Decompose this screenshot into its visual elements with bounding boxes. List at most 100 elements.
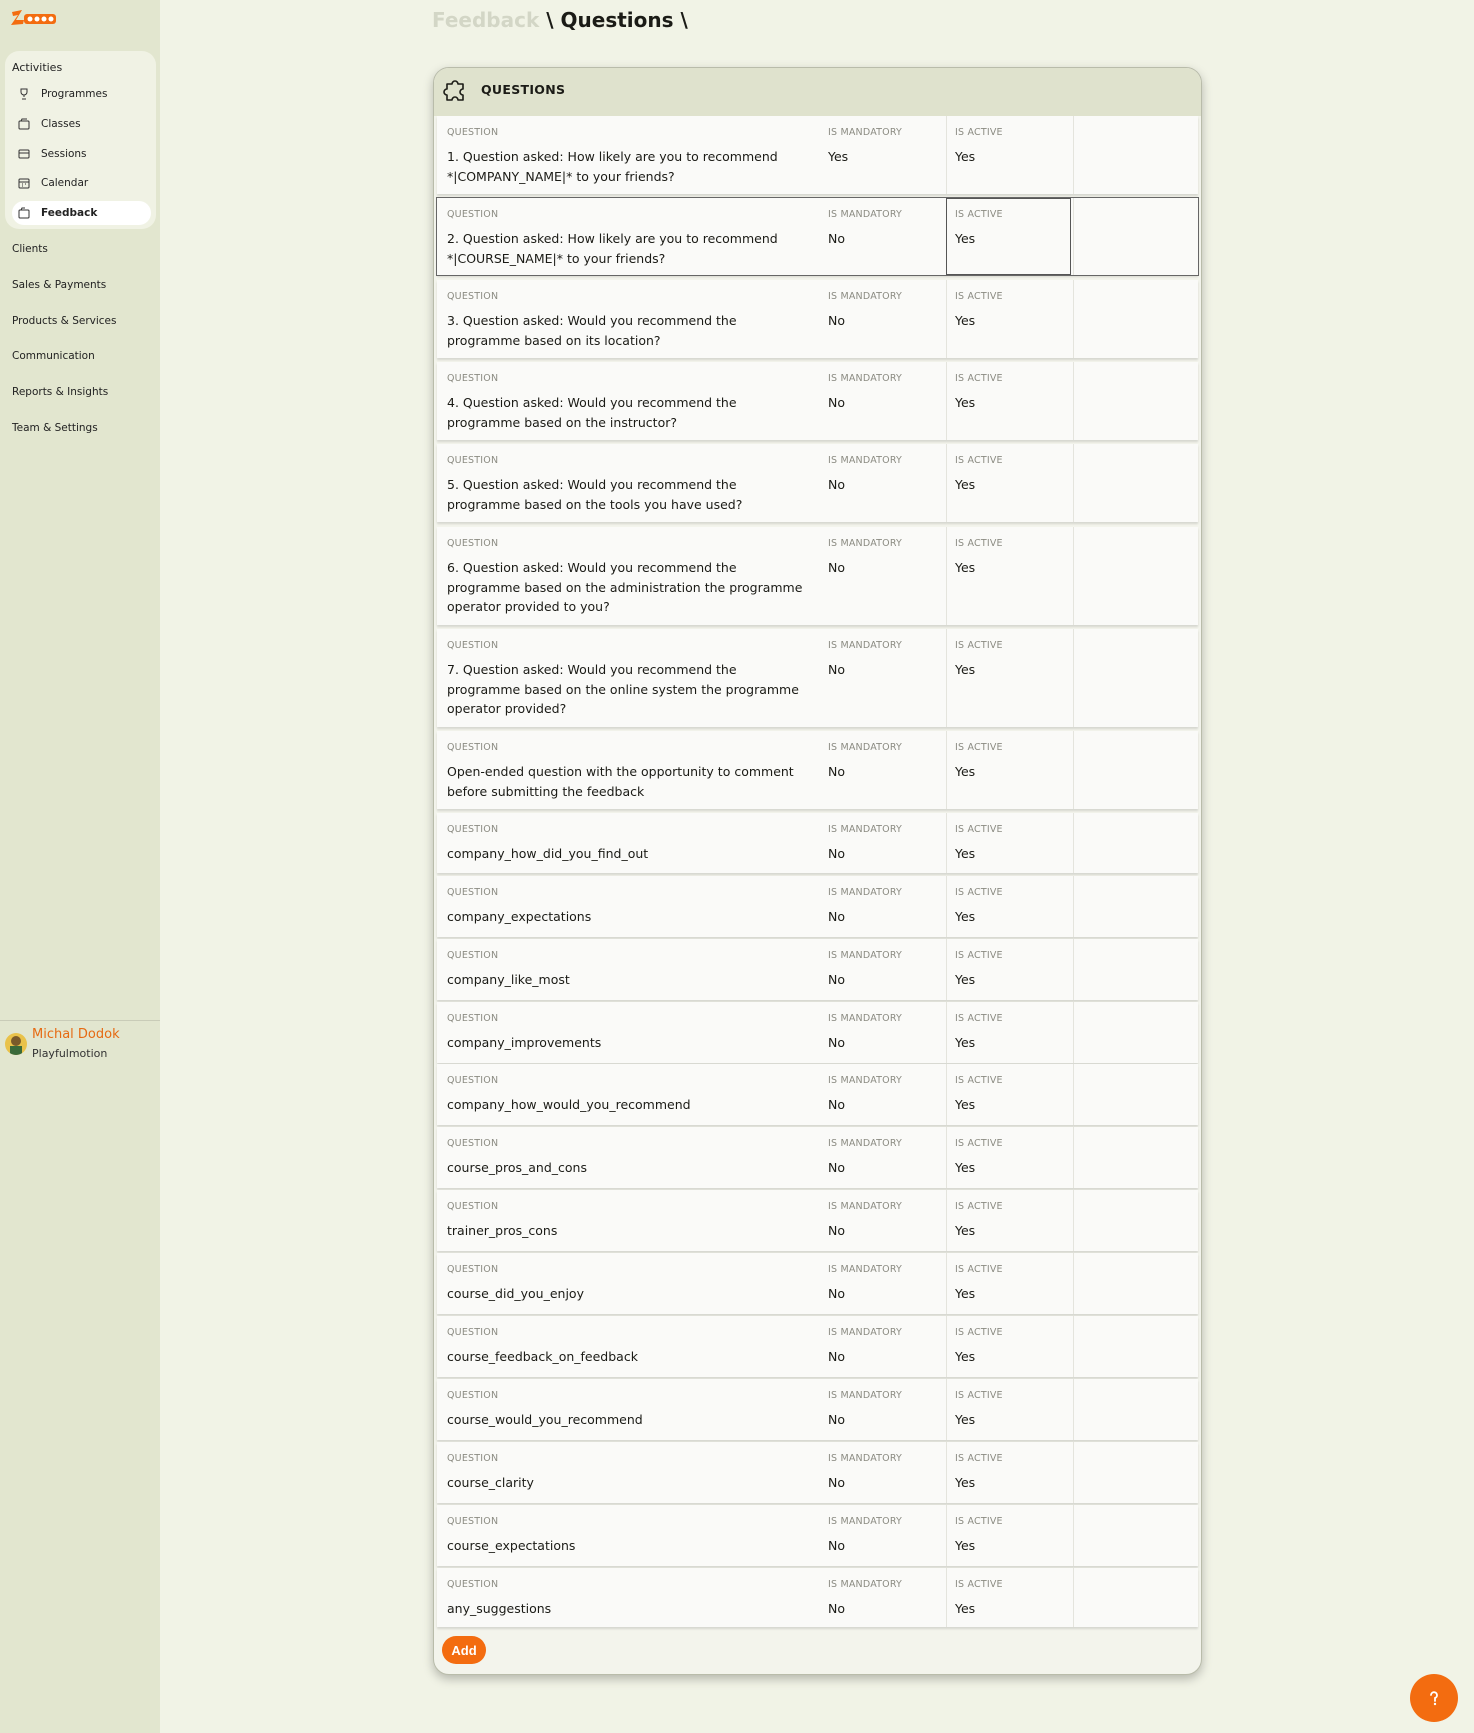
- question-column-label: QUESTION: [447, 127, 499, 138]
- table-row[interactable]: QUESTION course_would_you_recommend IS MAN…: [437, 1379, 1198, 1440]
- table-row[interactable]: QUESTION course_feedback_on_feedback IS MA…: [437, 1316, 1198, 1377]
- table-row[interactable]: QUESTION company_like_most IS MANDATORY No I…: [437, 939, 1198, 1000]
- table-row[interactable]: QUESTION company_how_would_you_recommend I…: [437, 1064, 1198, 1125]
- table-row[interactable]: QUESTION 4. Question asked: Would you rec…: [437, 362, 1198, 440]
- column-divider: [1073, 1002, 1074, 1063]
- mandatory-value: No: [828, 395, 845, 410]
- column-divider: [946, 280, 947, 358]
- user-name[interactable]: Michal Dodok: [32, 1027, 120, 1042]
- question-text: trainer_pros_cons: [447, 1223, 558, 1238]
- question-text: company_improvements: [447, 1035, 602, 1050]
- column-divider: [1073, 813, 1074, 873]
- table-row[interactable]: QUESTION company_improvements IS MANDATORY…: [437, 1002, 1198, 1063]
- sidebar-item-communication[interactable]: Communication: [12, 350, 95, 362]
- question-column-label: QUESTION: [447, 1138, 499, 1149]
- sidebar-item-sales-payments[interactable]: Sales & Payments: [12, 279, 106, 291]
- question-column-label: QUESTION: [447, 824, 499, 835]
- table-row[interactable]: QUESTION 1. Question asked: How likely ar…: [437, 116, 1198, 194]
- table-row[interactable]: QUESTION company_expectations IS MANDATORY…: [437, 876, 1198, 937]
- column-divider: [1073, 629, 1074, 727]
- sidebar-item-programmes[interactable]: Programmes: [12, 82, 151, 106]
- question-column-label: QUESTION: [447, 1516, 499, 1527]
- column-divider: [1073, 116, 1074, 194]
- sidebar-item-label: Programmes: [41, 88, 108, 100]
- column-divider: [1073, 1316, 1074, 1377]
- active-value: Yes: [955, 1349, 976, 1364]
- question-text: course_would_you_recommend: [447, 1412, 643, 1427]
- active-value: Yes: [955, 477, 976, 492]
- mandatory-value: No: [828, 846, 845, 861]
- card-header: QUESTIONS: [434, 68, 1201, 116]
- table-row[interactable]: QUESTION any_suggestions IS MANDATORY No IS …: [437, 1568, 1198, 1627]
- avatar[interactable]: [5, 1033, 27, 1055]
- sidebar-item-label: Feedback: [41, 207, 98, 219]
- table-row[interactable]: QUESTION 2. Question asked: How likely ar…: [436, 197, 1199, 276]
- table-row[interactable]: QUESTION course_expectations IS MANDATORY N…: [437, 1505, 1198, 1566]
- mandatory-column-label: IS MANDATORY: [828, 1390, 903, 1401]
- column-divider: [946, 1379, 947, 1440]
- trophy-icon: [17, 87, 31, 101]
- sidebar-item-classes[interactable]: Classes: [12, 112, 151, 136]
- mandatory-value: No: [828, 909, 845, 924]
- question-column-label: QUESTION: [447, 950, 499, 961]
- active-cell-focus[interactable]: [946, 198, 1071, 275]
- mandatory-column-label: IS MANDATORY: [828, 209, 903, 220]
- table-row[interactable]: QUESTION 5. Question asked: Would you rec…: [437, 444, 1198, 522]
- table-row[interactable]: QUESTION company_how_did_you_find_out IS M…: [437, 813, 1198, 873]
- column-divider: [1073, 939, 1074, 1000]
- active-value: Yes: [955, 909, 976, 924]
- active-column-label: IS ACTIVE: [955, 455, 1003, 466]
- column-divider: [946, 1127, 947, 1188]
- column-divider: [946, 1253, 947, 1314]
- column-divider: [946, 876, 947, 937]
- active-column-label: IS ACTIVE: [955, 127, 1003, 138]
- sidebar-item-team-settings[interactable]: Team & Settings: [12, 422, 98, 434]
- column-divider: [946, 629, 947, 727]
- table-row[interactable]: QUESTION trainer_pros_cons IS MANDATORY No I…: [437, 1190, 1198, 1251]
- mandatory-value: No: [828, 1097, 845, 1112]
- table-row[interactable]: QUESTION 3. Question asked: Would you rec…: [437, 280, 1198, 358]
- question-column-label: QUESTION: [447, 1201, 499, 1212]
- table-row[interactable]: QUESTION course_pros_and_cons IS MANDATORY…: [437, 1127, 1198, 1188]
- question-column-label: QUESTION: [447, 1390, 499, 1401]
- column-divider: [946, 1505, 947, 1566]
- add-button[interactable]: Add: [442, 1636, 486, 1664]
- mandatory-value: No: [828, 662, 845, 677]
- column-divider: [946, 444, 947, 522]
- active-value: Yes: [955, 1601, 976, 1616]
- sidebar-item-feedback[interactable]: Feedback: [12, 201, 151, 225]
- card-title: QUESTIONS: [481, 82, 566, 97]
- zooza-logo[interactable]: [10, 8, 58, 28]
- mandatory-column-label: IS MANDATORY: [828, 1327, 903, 1338]
- table-row[interactable]: QUESTION Open-ended question with the opp…: [437, 731, 1198, 809]
- active-column-label: IS ACTIVE: [955, 742, 1003, 753]
- table-row[interactable]: QUESTION course_did_you_enjoy IS MANDATORY…: [437, 1253, 1198, 1314]
- activities-header[interactable]: Activities: [12, 61, 62, 74]
- breadcrumb-parent[interactable]: Feedback: [432, 8, 539, 32]
- table-row[interactable]: QUESTION 7. Question asked: Would you rec…: [437, 629, 1198, 727]
- mandatory-value: No: [828, 1349, 845, 1364]
- column-divider: [1073, 280, 1074, 358]
- sidebar-item-sessions[interactable]: Sessions: [12, 142, 151, 166]
- question-text: company_expectations: [447, 909, 592, 924]
- sidebar-item-products-services[interactable]: Products & Services: [12, 315, 116, 327]
- sidebar-item-clients[interactable]: Clients: [12, 243, 48, 255]
- sidebar-item-reports-insights[interactable]: Reports & Insights: [12, 386, 108, 398]
- help-button[interactable]: [1410, 1674, 1458, 1722]
- column-divider: [946, 1002, 947, 1063]
- question-text: 3. Question asked: Would you recommend t…: [447, 313, 737, 348]
- table-row[interactable]: QUESTION course_clarity IS MANDATORY No IS A…: [437, 1442, 1198, 1503]
- table-row[interactable]: QUESTION 6. Question asked: Would you rec…: [437, 527, 1198, 625]
- column-divider: [946, 527, 947, 625]
- mandatory-column-label: IS MANDATORY: [828, 1516, 903, 1527]
- folder-icon: [17, 117, 31, 131]
- question-column-label: QUESTION: [447, 1327, 499, 1338]
- column-divider: [1073, 1442, 1074, 1503]
- question-text: course_expectations: [447, 1538, 576, 1553]
- mandatory-column-label: IS MANDATORY: [828, 455, 903, 466]
- active-column-label: IS ACTIVE: [955, 1390, 1003, 1401]
- sidebar-item-calendar[interactable]: Calendar: [12, 171, 151, 195]
- mandatory-column-label: IS MANDATORY: [828, 887, 903, 898]
- mandatory-column-label: IS MANDATORY: [828, 742, 903, 753]
- mandatory-column-label: IS MANDATORY: [828, 950, 903, 961]
